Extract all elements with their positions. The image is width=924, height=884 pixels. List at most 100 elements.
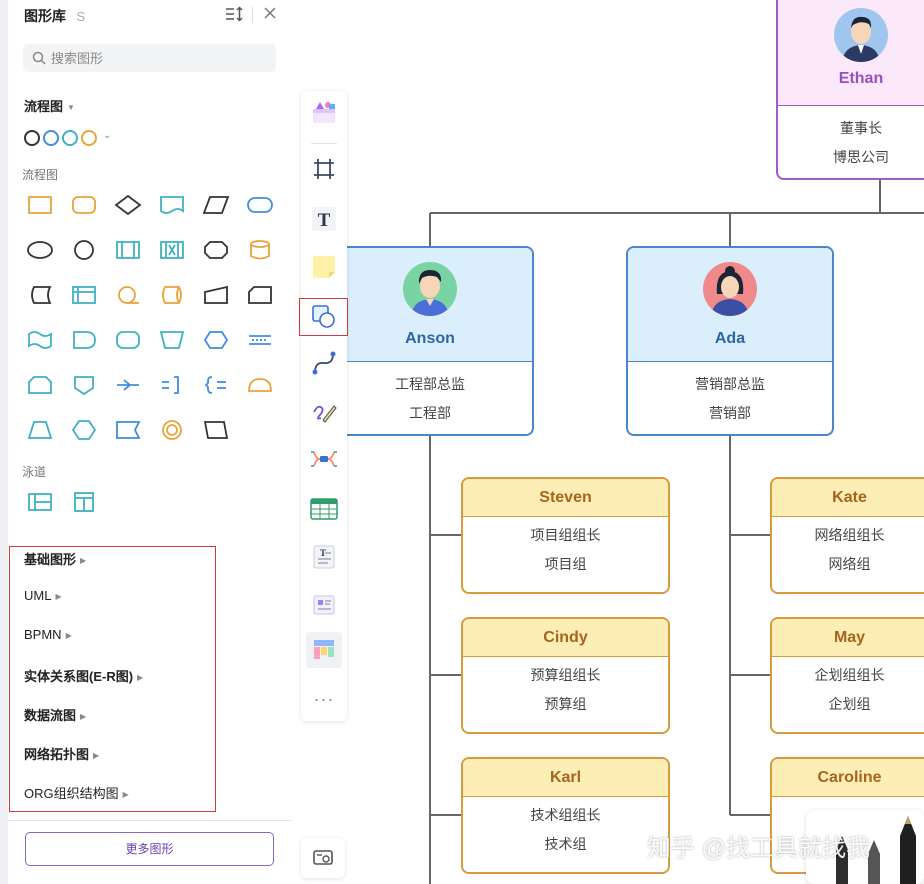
pen-icon[interactable] <box>306 393 342 429</box>
sticky-note-icon[interactable] <box>306 249 342 285</box>
table-icon[interactable] <box>306 491 342 527</box>
shape-parallelogram[interactable] <box>198 415 234 445</box>
shape-card[interactable] <box>242 280 278 310</box>
shape-hexagon[interactable] <box>66 415 102 445</box>
shape-parallel-mode[interactable] <box>242 325 278 355</box>
shape-off-page[interactable] <box>66 370 102 400</box>
node-dept: 博思公司 <box>833 149 889 165</box>
map-settings-icon <box>313 850 333 865</box>
color-theme-orange[interactable] <box>81 130 97 146</box>
node-body: 网络组组长 网络组 <box>772 517 924 579</box>
library-item-bpmn[interactable]: BPMN ▶ <box>24 627 72 642</box>
kanban-icon[interactable] <box>306 632 342 668</box>
shape-connector-arrow[interactable] <box>110 370 146 400</box>
shape-manual-input[interactable] <box>198 280 234 310</box>
shape-predefined-process[interactable] <box>110 235 146 265</box>
caret-right-icon: ▶ <box>137 673 144 683</box>
node-dept: 网络组 <box>828 556 871 572</box>
shape-half-circle[interactable] <box>242 370 278 400</box>
node-name: Cindy <box>543 629 588 646</box>
search-input[interactable] <box>51 44 261 72</box>
shape-circle[interactable] <box>66 235 102 265</box>
shape-lane-vertical[interactable] <box>66 487 102 517</box>
mindmap-icon[interactable] <box>306 441 342 477</box>
section-flowchart-toggle[interactable]: 流程图 ▼ <box>24 96 75 115</box>
node-title: 工程部总监 <box>395 376 465 392</box>
node-header: Ethan <box>778 0 924 106</box>
chevron-down-icon[interactable]: ⌄ <box>103 130 111 141</box>
org-node-ada[interactable]: Ada 营销部总监 营销部 <box>626 246 834 436</box>
shape-database[interactable] <box>242 235 278 265</box>
diagram-canvas[interactable]: Ethan 董事长 博思公司 Anson 工程部总监 工程部 Ada 营销部总监… <box>292 0 924 884</box>
node-name: Karl <box>549 769 582 786</box>
shape-terminator[interactable] <box>242 190 278 220</box>
filter-sort-icon[interactable] <box>225 6 243 27</box>
node-body: 工程部总监 工程部 <box>328 362 532 428</box>
node-title: 董事长 <box>840 120 882 136</box>
shape-sequential-data[interactable] <box>110 280 146 310</box>
library-item-org-chart[interactable]: ORG组织结构图 ▶ <box>24 783 129 802</box>
org-node-steven[interactable]: Steven 项目组组长 项目组 <box>461 477 670 594</box>
library-item-data-flow[interactable]: 数据流图 ▶ <box>24 705 86 724</box>
search-box[interactable] <box>23 44 276 72</box>
shape-loop-limit[interactable] <box>22 370 58 400</box>
card-icon[interactable] <box>306 587 342 623</box>
more-icon[interactable]: ··· <box>306 681 342 717</box>
shape-ellipse[interactable] <box>22 235 58 265</box>
org-node-cindy[interactable]: Cindy 预算组组长 预算组 <box>461 617 670 734</box>
shape-manual-operation[interactable] <box>154 325 190 355</box>
shape-stored-data[interactable] <box>22 280 58 310</box>
text-icon[interactable]: T <box>306 201 342 237</box>
shape-preparation[interactable] <box>198 325 234 355</box>
shape-octagon-box[interactable] <box>198 235 234 265</box>
more-shapes-button[interactable]: 更多图形 <box>25 832 274 866</box>
shape-delay[interactable] <box>66 325 102 355</box>
node-name: Ethan <box>838 70 884 87</box>
library-item-uml[interactable]: UML ▶ <box>24 588 62 603</box>
shape-step[interactable] <box>110 415 146 445</box>
template-icon[interactable] <box>306 95 342 131</box>
org-node-kate[interactable]: Kate 网络组组长 网络组 <box>770 477 924 594</box>
node-header: Kate <box>772 479 924 517</box>
shape-tape[interactable] <box>22 325 58 355</box>
caret-right-icon: ▶ <box>80 712 87 722</box>
node-name: Steven <box>539 489 592 506</box>
node-name: Anson <box>405 330 455 347</box>
color-theme-dark[interactable] <box>24 130 40 146</box>
library-item-basic-shapes[interactable]: 基础图形 ▶ <box>24 549 86 568</box>
shape-process[interactable] <box>22 190 58 220</box>
shape-internal-storage[interactable] <box>66 280 102 310</box>
map-settings-button[interactable] <box>301 838 345 878</box>
color-theme-teal[interactable] <box>62 130 78 146</box>
shape-lane-horizontal[interactable] <box>22 487 58 517</box>
caret-right-icon: ▶ <box>55 592 62 602</box>
org-node-may[interactable]: May 企划组组长 企划组 <box>770 617 924 734</box>
shape-data[interactable] <box>198 190 234 220</box>
node-name: May <box>833 629 866 646</box>
shape-collate-box[interactable] <box>154 235 190 265</box>
shape-rounded-rect[interactable] <box>66 190 102 220</box>
search-icon <box>32 51 46 65</box>
color-theme-blue[interactable] <box>43 130 59 146</box>
org-node-anson[interactable]: Anson 工程部总监 工程部 <box>326 246 534 436</box>
library-item-network-topology[interactable]: 网络拓扑图 ▶ <box>24 744 99 763</box>
connector-icon[interactable] <box>306 345 342 381</box>
node-name: Ada <box>714 330 746 347</box>
node-body: 项目组组长 项目组 <box>463 517 668 579</box>
frame-icon[interactable] <box>306 151 342 187</box>
shape-direct-data[interactable] <box>154 280 190 310</box>
shape-annotation-left[interactable] <box>198 370 234 400</box>
shape-document[interactable] <box>154 190 190 220</box>
shape-decision[interactable] <box>110 190 146 220</box>
org-node-karl[interactable]: Karl 技术组组长 技术组 <box>461 757 670 874</box>
svg-text:T: T <box>318 210 331 231</box>
library-item-er-diagram[interactable]: 实体关系图(E-R图) ▶ <box>24 666 143 685</box>
close-icon[interactable] <box>263 6 277 25</box>
document-icon[interactable]: T <box>306 539 342 575</box>
caret-right-icon: ▶ <box>65 631 72 641</box>
shape-double-circle[interactable] <box>154 415 190 445</box>
shape-annotation-right[interactable] <box>154 370 190 400</box>
shape-display[interactable] <box>110 325 146 355</box>
org-node-root[interactable]: Ethan 董事长 博思公司 <box>776 0 924 180</box>
shape-trapezoid[interactable] <box>22 415 58 445</box>
